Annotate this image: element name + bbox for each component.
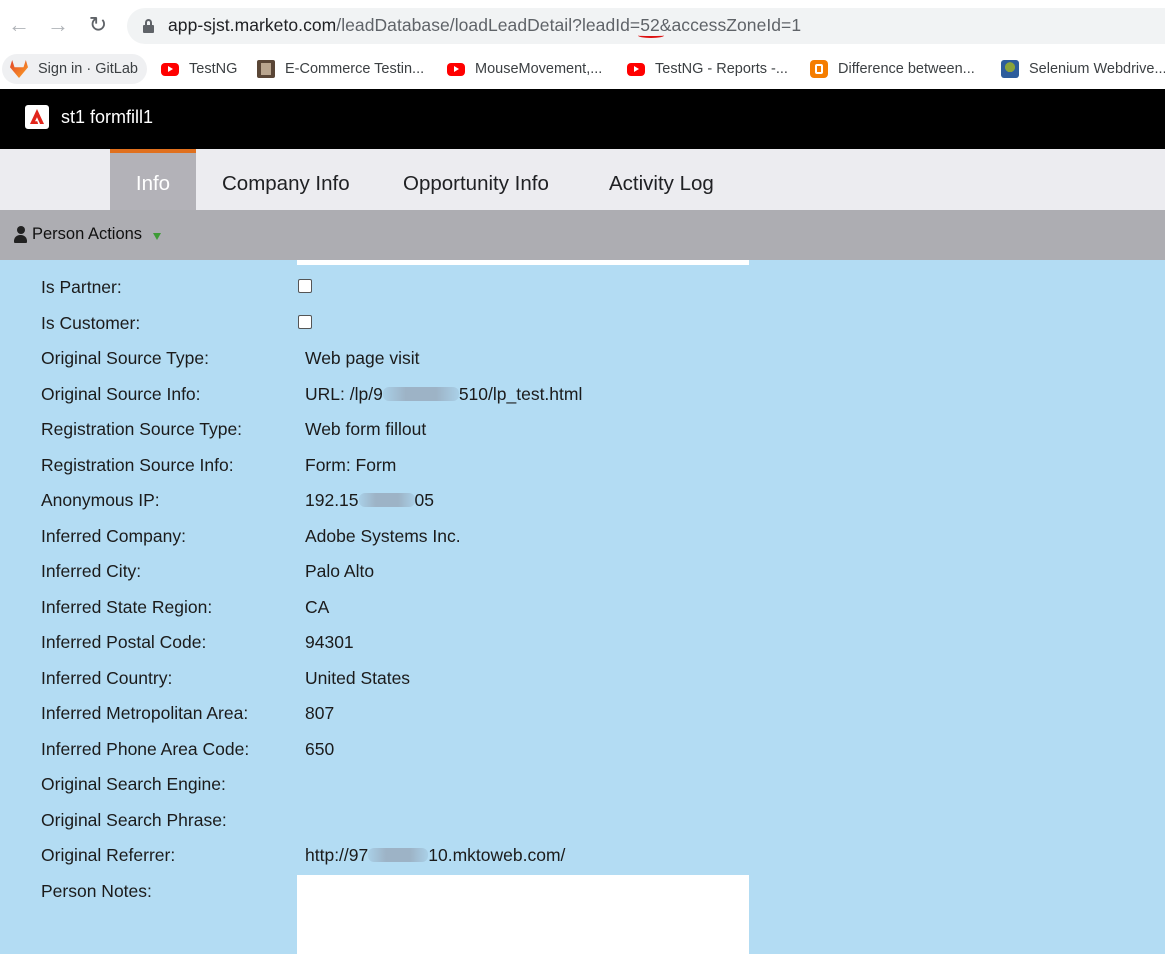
forward-icon[interactable]: → bbox=[45, 12, 71, 38]
field-row-inferred-phone-area-code: Inferred Phone Area Code: 650 bbox=[41, 739, 335, 759]
field-row-inferred-state-region: Inferred State Region: CA bbox=[41, 597, 330, 617]
selenium-icon bbox=[1001, 60, 1019, 78]
tab-activity-log[interactable]: Activity Log bbox=[609, 149, 714, 210]
reload-icon[interactable]: ↻ bbox=[85, 12, 111, 38]
field-row-original-search-phrase: Original Search Phrase: bbox=[41, 810, 227, 830]
tab-bar: Info Company Info Opportunity Info Activ… bbox=[0, 149, 1165, 210]
inferred-phone-area-code-value: 650 bbox=[305, 739, 335, 759]
redacted-blur bbox=[382, 387, 459, 401]
field-row-is-customer: Is Customer: bbox=[0, 313, 1165, 343]
is-partner-checkbox[interactable] bbox=[298, 279, 312, 293]
inferred-metro-area-value: 807 bbox=[305, 703, 335, 723]
field-row-inferred-company: Inferred Company: Adobe Systems Inc. bbox=[41, 526, 461, 546]
lead-details-panel: Is Partner: Is Customer: Original Source… bbox=[0, 260, 1165, 954]
redacted-blur bbox=[358, 493, 415, 507]
original-source-type-value: Web page visit bbox=[305, 348, 420, 368]
bookmark-testng-reports[interactable]: TestNG - Reports -... bbox=[627, 54, 788, 84]
package-icon bbox=[257, 60, 275, 78]
field-row-inferred-country: Inferred Country: United States bbox=[41, 668, 411, 688]
bookmark-selenium[interactable]: Selenium Webdrive... bbox=[1001, 54, 1165, 84]
inferred-country-value: United States bbox=[305, 668, 411, 688]
registration-source-info-value: Form: Form bbox=[305, 455, 397, 475]
browser-toolbar: ← → ↻ app-sjst.marketo.com/leadDatabase/… bbox=[0, 0, 1165, 50]
app-header: st1 formfill1 bbox=[0, 89, 1165, 149]
field-row-registration-source-info: Registration Source Info: Form: Form bbox=[41, 455, 397, 475]
inferred-city-value: Palo Alto bbox=[305, 561, 375, 581]
inferred-state-region-value: CA bbox=[305, 597, 330, 617]
person-notes-textarea[interactable] bbox=[297, 875, 749, 954]
field-row-anonymous-ip: Anonymous IP: 192.15 05 bbox=[41, 490, 434, 510]
caret-down-icon bbox=[153, 233, 161, 240]
bookmark-testng[interactable]: TestNG bbox=[161, 54, 237, 84]
person-actions-label: Person Actions bbox=[32, 225, 143, 243]
anonymous-ip-value: 192.15 05 bbox=[305, 490, 434, 510]
blogger-icon bbox=[810, 60, 828, 78]
actions-toolbar: Person Actions bbox=[0, 210, 1165, 260]
field-row-registration-source-type: Registration Source Type: Web form fillo… bbox=[41, 419, 427, 439]
original-referrer-value: http://97 10.mktoweb.com/ bbox=[305, 845, 566, 865]
field-row-original-source-type: Original Source Type: Web page visit bbox=[41, 348, 420, 368]
inferred-postal-code-value: 94301 bbox=[305, 632, 354, 652]
bookmark-difference[interactable]: Difference between... bbox=[810, 54, 975, 84]
bookmark-ecommerce[interactable]: E-Commerce Testin... bbox=[257, 54, 424, 84]
inferred-company-value: Adobe Systems Inc. bbox=[305, 526, 461, 546]
bookmark-mousemovement[interactable]: MouseMovement,... bbox=[447, 54, 602, 84]
lead-id-highlight: 52 bbox=[640, 15, 660, 35]
youtube-icon bbox=[161, 62, 179, 76]
back-icon[interactable]: ← bbox=[6, 12, 32, 38]
bookmarks-bar: Sign in · GitLab TestNG E-Commerce Testi… bbox=[0, 50, 1165, 89]
bookmark-gitlab[interactable]: Sign in · GitLab bbox=[2, 54, 147, 84]
youtube-icon bbox=[447, 62, 465, 76]
text-field-above[interactable] bbox=[297, 260, 749, 265]
lock-icon bbox=[143, 19, 154, 33]
field-row-inferred-metro-area: Inferred Metropolitan Area: 807 bbox=[41, 703, 335, 723]
original-source-info-value: URL: /lp/9 510/lp_test.html bbox=[305, 384, 583, 404]
adobe-logo-icon[interactable] bbox=[25, 105, 49, 129]
field-row-inferred-city: Inferred City: Palo Alto bbox=[41, 561, 375, 581]
field-row-is-partner: Is Partner: bbox=[0, 277, 1165, 307]
field-row-original-referrer: Original Referrer: http://97 10.mktoweb.c… bbox=[41, 845, 566, 865]
address-bar[interactable]: app-sjst.marketo.com/leadDatabase/loadLe… bbox=[127, 8, 1165, 44]
person-name-title: st1 formfill1 bbox=[61, 107, 154, 127]
tab-company-info[interactable]: Company Info bbox=[222, 149, 350, 210]
field-row-original-source-info: Original Source Info: URL: /lp/9 510/lp_t… bbox=[41, 384, 583, 404]
redacted-blur bbox=[368, 848, 429, 862]
is-customer-checkbox[interactable] bbox=[298, 315, 312, 329]
youtube-icon bbox=[627, 62, 645, 76]
url-text[interactable]: app-sjst.marketo.com/leadDatabase/loadLe… bbox=[168, 15, 801, 36]
gitlab-icon bbox=[10, 60, 28, 78]
tab-opportunity-info[interactable]: Opportunity Info bbox=[403, 149, 549, 210]
tab-info[interactable]: Info bbox=[110, 149, 196, 210]
field-row-inferred-postal-code: Inferred Postal Code: 94301 bbox=[41, 632, 354, 652]
person-icon bbox=[14, 226, 27, 243]
field-row-original-search-engine: Original Search Engine: bbox=[41, 774, 226, 794]
registration-source-type-value: Web form fillout bbox=[305, 419, 427, 439]
